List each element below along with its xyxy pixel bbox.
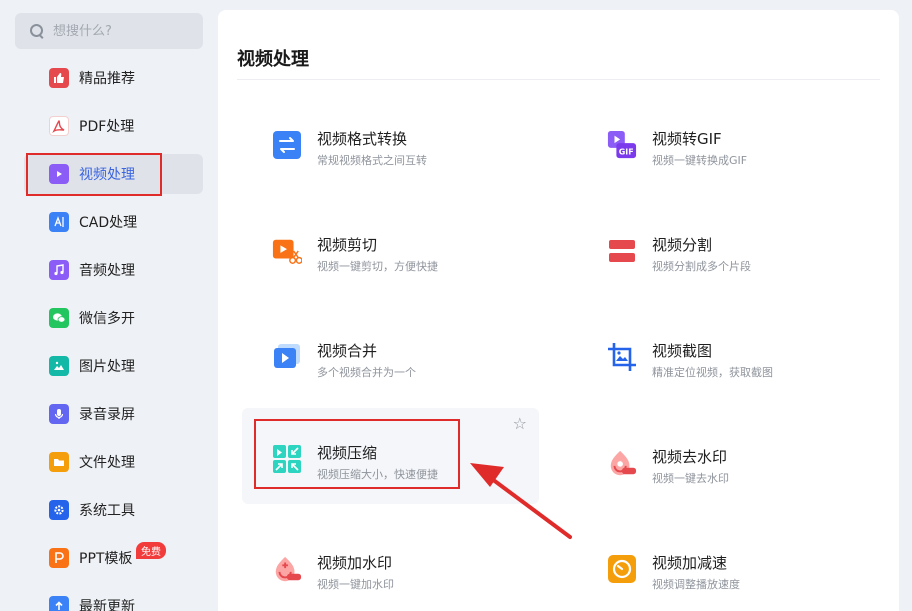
tool-title: 视频剪切: [317, 236, 378, 254]
sidebar-item-label: 微信多开: [79, 311, 135, 327]
tool-title: 视频合并: [317, 342, 378, 360]
add-watermark-icon: [272, 554, 302, 584]
sidebar-item-video[interactable]: 视频处理: [24, 153, 203, 196]
search-icon: [29, 23, 45, 39]
gear-icon: [49, 500, 69, 520]
compress-icon: [272, 444, 302, 474]
cad-icon: [49, 212, 69, 232]
pdf-icon: [49, 116, 69, 136]
sidebar-item-image[interactable]: 图片处理: [24, 346, 203, 386]
tool-card-speed[interactable]: 视频加减速 视频调整播放速度: [577, 518, 874, 611]
sidebar-item-latest[interactable]: 最新更新: [24, 586, 203, 611]
sidebar-item-label: CAD处理: [79, 215, 138, 231]
tool-title: 视频压缩: [317, 444, 378, 462]
sidebar-item-label: 系统工具: [79, 503, 135, 519]
sidebar-item-label: PDF处理: [79, 119, 135, 135]
tool-title: 视频转GIF: [652, 130, 722, 148]
tool-desc: 视频调整播放速度: [652, 578, 740, 591]
microphone-icon: [49, 404, 69, 424]
image-icon: [49, 356, 69, 376]
tool-title: 视频去水印: [652, 448, 728, 466]
split-icon: [607, 236, 637, 266]
search-input[interactable]: [53, 23, 193, 39]
tool-card-remove-watermark[interactable]: 视频去水印 视频一键去水印: [577, 412, 874, 508]
sidebar-item-audio[interactable]: 音频处理: [24, 250, 203, 290]
tool-card-video-split[interactable]: 视频分割 视频分割成多个片段: [577, 200, 874, 296]
tool-desc: 视频一键加水印: [317, 578, 394, 591]
music-note-icon: [49, 260, 69, 280]
tool-title: 视频截图: [652, 342, 713, 360]
tool-card-video-merge[interactable]: 视频合并 多个视频合并为一个: [242, 306, 539, 402]
upload-icon: [49, 596, 69, 611]
tool-desc: 视频分割成多个片段: [652, 260, 751, 273]
tool-desc: 视频一键剪切，方便快捷: [317, 260, 438, 273]
sidebar-item-label: 精品推荐: [79, 71, 135, 87]
free-badge: 免费: [136, 542, 166, 559]
crop-icon: [607, 342, 637, 372]
tool-desc: 视频压缩大小，快速便捷: [317, 468, 438, 481]
search-box[interactable]: [15, 13, 203, 49]
sidebar-item-label: 最新更新: [79, 599, 135, 611]
star-icon[interactable]: ☆: [513, 414, 527, 433]
tool-card-video-screenshot[interactable]: 视频截图 精准定位视频，获取截图: [577, 306, 874, 402]
sidebar-item-label: 文件处理: [79, 455, 135, 471]
tool-desc: 多个视频合并为一个: [317, 366, 416, 379]
sidebar-item-ppt[interactable]: PPT模板 免费: [24, 538, 203, 578]
tool-card-video-cut[interactable]: 视频剪切 视频一键剪切，方便快捷: [242, 200, 539, 296]
sidebar-item-label: 图片处理: [79, 359, 135, 375]
tool-desc: 视频一键去水印: [652, 472, 729, 485]
divider: [237, 79, 880, 80]
svg-text:GIF: GIF: [619, 147, 634, 156]
tool-title: 视频加减速: [652, 554, 728, 572]
sidebar-item-label: 音频处理: [79, 263, 135, 279]
tool-desc: 常规视频格式之间互转: [317, 154, 427, 167]
sidebar-item-label: PPT模板: [79, 551, 133, 567]
tool-desc: 精准定位视频，获取截图: [652, 366, 773, 379]
tool-title: 视频格式转换: [317, 130, 408, 148]
tool-card-video-to-gif[interactable]: GIF 视频转GIF 视频一键转换成GIF: [577, 94, 874, 190]
merge-icon: [272, 342, 302, 372]
scissors-icon: [272, 236, 302, 266]
folder-icon: [49, 452, 69, 472]
sidebar-item-wechat[interactable]: 微信多开: [24, 298, 203, 338]
gif-icon: GIF: [607, 130, 637, 160]
annotation-arrow-icon: [470, 463, 572, 539]
tool-title: 视频加水印: [317, 554, 393, 572]
highlight-box: [26, 153, 162, 196]
sidebar-item-pdf[interactable]: PDF处理: [24, 106, 203, 146]
tool-title: 视频分割: [652, 236, 713, 254]
ppt-icon: [49, 548, 69, 568]
sidebar-nav: 精品推荐 PDF处理 视频处理 CAD处理 音频处理 微信多开 图片处理 录音录…: [24, 58, 203, 611]
speed-icon: [607, 554, 637, 584]
page-title: 视频处理: [237, 49, 309, 70]
thumbs-up-icon: [49, 68, 69, 88]
sidebar-item-cad[interactable]: CAD处理: [24, 202, 203, 242]
sidebar-item-system[interactable]: 系统工具: [24, 490, 203, 530]
convert-icon: [272, 130, 302, 160]
sidebar-item-featured[interactable]: 精品推荐: [24, 58, 203, 98]
sidebar: 精品推荐 PDF处理 视频处理 CAD处理 音频处理: [0, 0, 218, 611]
tool-card-format-convert[interactable]: 视频格式转换 常规视频格式之间互转: [242, 94, 539, 190]
sidebar-item-label: 录音录屏: [79, 407, 135, 423]
tool-desc: 视频一键转换成GIF: [652, 154, 748, 167]
remove-watermark-icon: [607, 448, 637, 478]
wechat-icon: [49, 308, 69, 328]
sidebar-item-file[interactable]: 文件处理: [24, 442, 203, 482]
sidebar-item-recording[interactable]: 录音录屏: [24, 394, 203, 434]
